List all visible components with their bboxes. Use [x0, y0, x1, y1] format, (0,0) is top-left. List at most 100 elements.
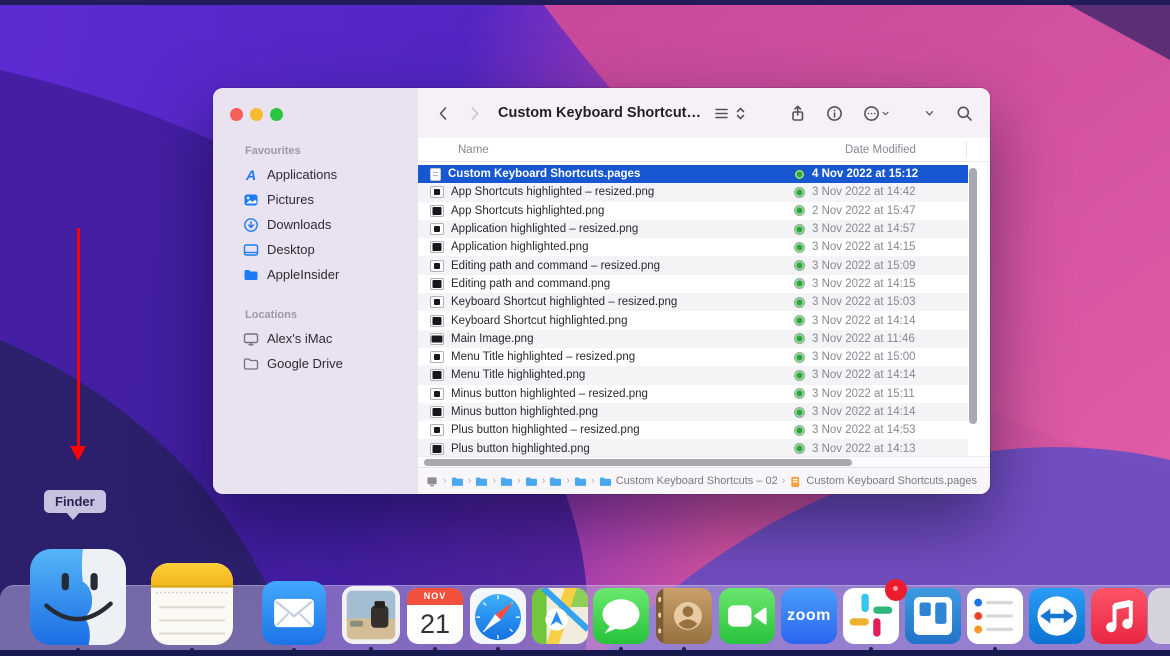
- folder-icon: [549, 475, 562, 488]
- path-crumb[interactable]: [549, 475, 562, 488]
- dock-icon-trello[interactable]: [905, 588, 961, 644]
- sidebar-item-alex-s-imac[interactable]: Alex's iMac: [213, 326, 418, 351]
- traffic-lights: [213, 102, 418, 121]
- file-type-icon: [430, 296, 444, 308]
- sidebar-item-google-drive[interactable]: Google Drive: [213, 351, 418, 376]
- dock-icon-finder[interactable]: [30, 549, 126, 645]
- sidebar-item-applications[interactable]: AApplications: [213, 162, 418, 187]
- file-row[interactable]: Keyboard Shortcut highlighted.png3 Nov 2…: [418, 311, 968, 329]
- back-button[interactable]: [432, 102, 455, 125]
- column-divider[interactable]: [966, 141, 967, 158]
- file-row[interactable]: Application highlighted.png3 Nov 2022 at…: [418, 238, 968, 256]
- toolbar-overflow-button[interactable]: [920, 104, 939, 123]
- sidebar-section-header: Favourites: [213, 145, 418, 162]
- path-crumb[interactable]: [500, 475, 513, 488]
- file-type-icon: [430, 223, 444, 235]
- folder-gray-icon: [243, 356, 259, 372]
- file-name: App Shortcuts highlighted – resized.png: [451, 186, 654, 198]
- trello-board-icon: [905, 588, 961, 644]
- sync-status-icon: [795, 316, 804, 325]
- file-row[interactable]: Plus button highlighted.png3 Nov 2022 at…: [418, 439, 968, 456]
- finder-window: FavouritesAApplications Pictures Downloads…: [213, 88, 990, 494]
- path-crumb[interactable]: [451, 475, 464, 488]
- dock-icon-zoom[interactable]: zoom: [781, 588, 837, 644]
- file-date-modified: 2 Nov 2022 at 15:47: [812, 205, 916, 217]
- close-button[interactable]: [230, 108, 243, 121]
- sync-status-icon: [795, 353, 804, 362]
- calendar-month-label: NOV: [407, 588, 463, 605]
- dock-icon-reminders[interactable]: [967, 588, 1023, 644]
- file-row[interactable]: Minus button highlighted.png3 Nov 2022 a…: [418, 403, 968, 421]
- dock-icon-partial[interactable]: [1148, 588, 1170, 644]
- safari-compass-icon: [470, 588, 526, 644]
- file-name: Application highlighted.png: [451, 241, 588, 253]
- dock-icon-slack[interactable]: [843, 588, 899, 644]
- dock-icon-messages[interactable]: [593, 588, 649, 644]
- dock-icon-safari[interactable]: [470, 588, 526, 644]
- path-crumb-custom-keyboard-shortcuts-pages[interactable]: Custom Keyboard Shortcuts.pages: [789, 475, 977, 488]
- horizontal-scrollbar[interactable]: [424, 459, 852, 466]
- search-button[interactable]: [953, 102, 976, 125]
- file-row[interactable]: Keyboard Shortcut highlighted – resized.…: [418, 293, 968, 311]
- forward-button[interactable]: [463, 102, 486, 125]
- downloads-icon: [243, 217, 259, 233]
- notification-badge: [885, 579, 907, 601]
- view-mode-control[interactable]: [713, 105, 749, 122]
- file-row[interactable]: App Shortcuts highlighted.png2 Nov 2022 …: [418, 202, 968, 220]
- file-row[interactable]: Plus button highlighted – resized.png3 N…: [418, 421, 968, 439]
- chevron-right-icon: [466, 105, 483, 122]
- path-crumb[interactable]: [426, 475, 439, 488]
- sidebar-item-pictures[interactable]: Pictures: [213, 187, 418, 212]
- minimize-button[interactable]: [250, 108, 263, 121]
- dock-icon-calendar[interactable]: NOV 21: [407, 588, 463, 644]
- file-row[interactable]: Menu Title highlighted – resized.png3 No…: [418, 348, 968, 366]
- file-row[interactable]: Editing path and command.png3 Nov 2022 a…: [418, 275, 968, 293]
- path-crumb[interactable]: [525, 475, 538, 488]
- vertical-scrollbar[interactable]: [969, 168, 977, 424]
- music-note-icon: [1091, 588, 1147, 644]
- file-row[interactable]: Custom Keyboard Shortcuts.pages4 Nov 202…: [418, 165, 968, 183]
- path-separator: ›: [443, 475, 447, 487]
- notes-icon: [151, 563, 233, 645]
- sidebar-item-downloads[interactable]: Downloads: [213, 212, 418, 237]
- file-name: Editing path and command – resized.png: [451, 260, 660, 272]
- search-icon: [956, 105, 973, 122]
- file-row[interactable]: Editing path and command – resized.png3 …: [418, 256, 968, 274]
- file-row[interactable]: Menu Title highlighted.png3 Nov 2022 at …: [418, 366, 968, 384]
- file-row[interactable]: Application highlighted – resized.png3 N…: [418, 220, 968, 238]
- file-name: Menu Title highlighted – resized.png: [451, 351, 635, 363]
- file-row[interactable]: Minus button highlighted – resized.png3 …: [418, 385, 968, 403]
- more-actions-button[interactable]: [860, 102, 894, 125]
- dock-icon-music[interactable]: [1091, 588, 1147, 644]
- file-row[interactable]: Main Image.png3 Nov 2022 at 11:46: [418, 330, 968, 348]
- sync-status-icon: [795, 261, 804, 270]
- file-type-icon: [430, 278, 444, 290]
- sidebar-item-label: Pictures: [267, 192, 314, 207]
- path-crumb-label: Custom Keyboard Shortcuts.pages: [806, 475, 977, 487]
- sidebar-item-appleinsider[interactable]: AppleInsider: [213, 262, 418, 287]
- dock-icon-contacts[interactable]: [656, 588, 712, 644]
- toolbar: Custom Keyboard Shortcut…: [418, 88, 990, 138]
- dock-icon-maps[interactable]: [532, 588, 588, 644]
- path-crumb[interactable]: [574, 475, 587, 488]
- dock-icon-teamviewer[interactable]: [1029, 588, 1085, 644]
- file-row[interactable]: App Shortcuts highlighted – resized.png3…: [418, 183, 968, 201]
- folder-icon: [243, 267, 259, 283]
- sidebar-item-label: Applications: [267, 167, 337, 182]
- column-header-date-modified[interactable]: Date Modified: [845, 144, 916, 156]
- file-name: Plus button highlighted – resized.png: [451, 424, 640, 436]
- sidebar-item-desktop[interactable]: Desktop: [213, 237, 418, 262]
- file-date-modified: 3 Nov 2022 at 14:14: [812, 315, 916, 327]
- dock-icon-notes[interactable]: [151, 563, 233, 645]
- share-button[interactable]: [786, 102, 809, 125]
- zoom-button[interactable]: [270, 108, 283, 121]
- path-crumb[interactable]: [475, 475, 488, 488]
- dock-icon-mail[interactable]: [262, 581, 326, 645]
- info-button[interactable]: [823, 102, 846, 125]
- file-date-modified: 3 Nov 2022 at 14:14: [812, 369, 916, 381]
- dock-icon-photo-thumbnail[interactable]: [342, 586, 400, 644]
- dock-icon-facetime[interactable]: [719, 588, 775, 644]
- calendar-day-label: 21: [407, 605, 463, 644]
- column-header-name[interactable]: Name: [418, 144, 489, 156]
- path-crumb-custom-keyboard-shortcuts-02[interactable]: Custom Keyboard Shortcuts – 02: [599, 475, 778, 488]
